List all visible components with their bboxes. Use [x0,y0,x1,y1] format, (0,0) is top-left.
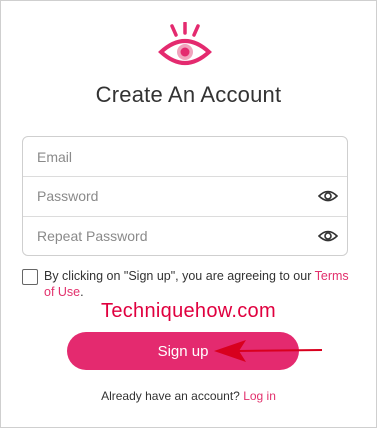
email-field[interactable] [23,137,347,176]
login-prompt-text: Already have an account? [101,389,240,403]
terms-consent-label: By clicking on "Sign up", you are agreei… [44,269,315,283]
page-title: Create An Account [95,82,282,107]
repeat-password-field[interactable] [23,216,347,255]
login-link[interactable]: Log in [243,389,276,403]
terms-consent-suffix: . [80,285,84,299]
eye-lashes-icon [158,22,212,65]
signup-form [22,136,348,256]
red-arrow-annotation-icon [214,340,323,362]
show-repeat-password-eye-icon[interactable] [318,229,338,243]
show-password-eye-icon[interactable] [318,189,338,203]
terms-checkbox[interactable] [22,269,38,285]
password-field[interactable] [23,176,347,215]
login-prompt: Already have an account? Log in [0,389,377,403]
watermark-text: Techniquehow.com [101,300,276,322]
terms-consent-text: By clicking on "Sign up", you are agreei… [44,268,352,300]
